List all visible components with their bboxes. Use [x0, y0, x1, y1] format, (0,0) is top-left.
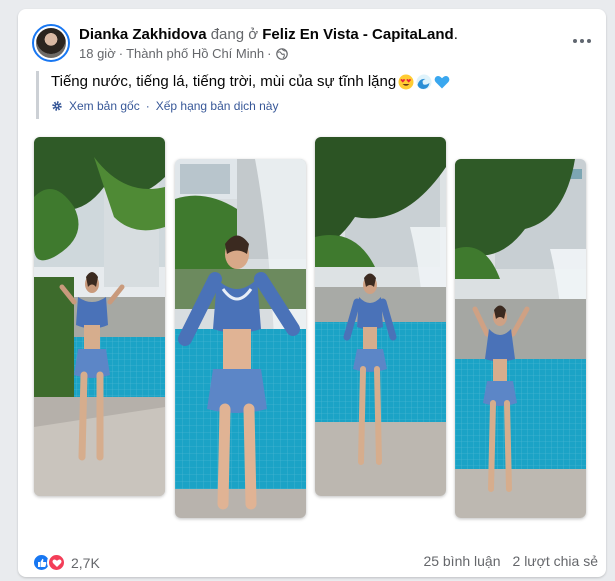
- more-dot-icon: [587, 39, 591, 43]
- checkin-connector: đang ở: [210, 26, 259, 43]
- photo-1[interactable]: [34, 137, 165, 496]
- love-reaction-icon: [47, 553, 66, 572]
- blue-heart-emoji-icon: [434, 76, 450, 89]
- caption-text: Tiếng nước, tiếng lá, tiếng trời, mùi củ…: [51, 73, 397, 90]
- photo-3[interactable]: [315, 137, 446, 496]
- author-name[interactable]: Dianka Zakhidova: [79, 26, 207, 43]
- caption-block: Tiếng nước, tiếng lá, tiếng trời, mùi củ…: [36, 71, 556, 119]
- post-footer: 2,7K 25 bình luận 2 lượt chia sẻ: [32, 553, 598, 575]
- place-name[interactable]: Feliz En Vista - CapitaLand: [262, 26, 453, 43]
- see-original-link[interactable]: Xem bản gốc: [69, 99, 140, 113]
- rate-translation-link[interactable]: Xếp hạng bản dịch này: [156, 99, 279, 113]
- post-time[interactable]: 18 giờ: [79, 46, 116, 61]
- reactions-summary[interactable]: 2,7K: [32, 553, 100, 572]
- globe-icon[interactable]: [276, 47, 289, 60]
- photo-2[interactable]: [175, 159, 306, 518]
- place-suffix: .: [453, 26, 458, 43]
- more-options-button[interactable]: [570, 29, 594, 53]
- comments-count[interactable]: 25 bình luận: [423, 553, 500, 569]
- engagement-stats: 25 bình luận 2 lượt chia sẻ: [423, 553, 598, 569]
- post-meta: 18 giờ · Thành phố Hồ Chí Minh ·: [79, 46, 289, 61]
- avatar-image: [36, 28, 66, 58]
- meta-separator: ·: [118, 46, 124, 61]
- wave-emoji-icon: [416, 74, 432, 90]
- heart-eyes-emoji-icon: [398, 74, 414, 90]
- post-location[interactable]: Thành phố Hồ Chí Minh: [126, 46, 264, 61]
- caption: Tiếng nước, tiếng lá, tiếng trời, mùi củ…: [51, 71, 556, 93]
- translation-row: Xem bản gốc · Xếp hạng bản dịch này: [51, 99, 556, 119]
- shares-count[interactable]: 2 lượt chia sẻ: [513, 553, 598, 569]
- author-line: Dianka Zakhidova đang ở Feliz En Vista -…: [79, 26, 458, 43]
- reaction-count[interactable]: 2,7K: [71, 555, 100, 571]
- more-dot-icon: [573, 39, 577, 43]
- translation-separator: ·: [145, 99, 150, 113]
- photo-4[interactable]: [455, 159, 586, 518]
- gear-icon: [52, 101, 62, 111]
- more-dot-icon: [580, 39, 584, 43]
- location-separator: ·: [267, 46, 272, 61]
- post-card: Dianka Zakhidova đang ở Feliz En Vista -…: [18, 9, 606, 577]
- author-avatar[interactable]: [32, 24, 70, 62]
